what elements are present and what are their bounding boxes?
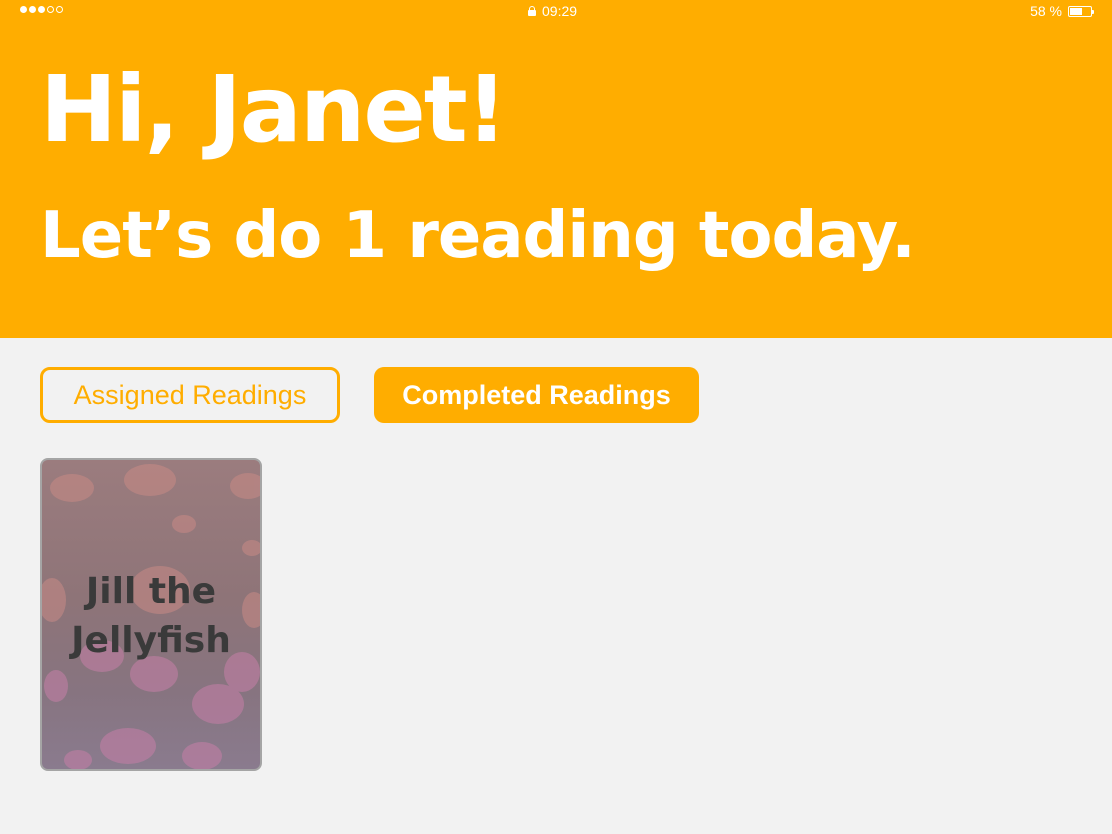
reading-goal-subtitle: Let’s do 1 reading today.	[40, 199, 916, 273]
status-time: 09:29	[542, 3, 578, 19]
lock-icon	[528, 6, 536, 16]
reading-title-line1: Jill the	[85, 571, 217, 612]
reading-card-jill-the-jellyfish[interactable]: Jill the Jellyfish	[40, 458, 262, 771]
signal-dot	[20, 6, 27, 13]
header-banner: 09:29 58 % Hi, Janet! Let’s do 1 reading…	[0, 0, 1112, 338]
status-clock: 09:29	[528, 3, 577, 19]
signal-dot	[29, 6, 36, 13]
battery-icon	[1068, 5, 1094, 17]
greeting-title: Hi, Janet!	[40, 56, 508, 163]
status-bar: 09:29 58 %	[0, 0, 1112, 22]
battery-status: 58 %	[1030, 3, 1094, 19]
signal-dot	[38, 6, 45, 13]
signal-dot	[47, 6, 54, 13]
tab-assigned-readings[interactable]: Assigned Readings	[40, 367, 340, 423]
signal-dot	[56, 6, 63, 13]
reading-title-line2: Jellyfish	[71, 619, 231, 661]
reading-card-title: Jill the Jellyfish	[42, 568, 260, 665]
tab-completed-readings[interactable]: Completed Readings	[374, 367, 699, 423]
battery-percentage: 58 %	[1030, 3, 1062, 19]
signal-strength-icon	[20, 6, 63, 13]
